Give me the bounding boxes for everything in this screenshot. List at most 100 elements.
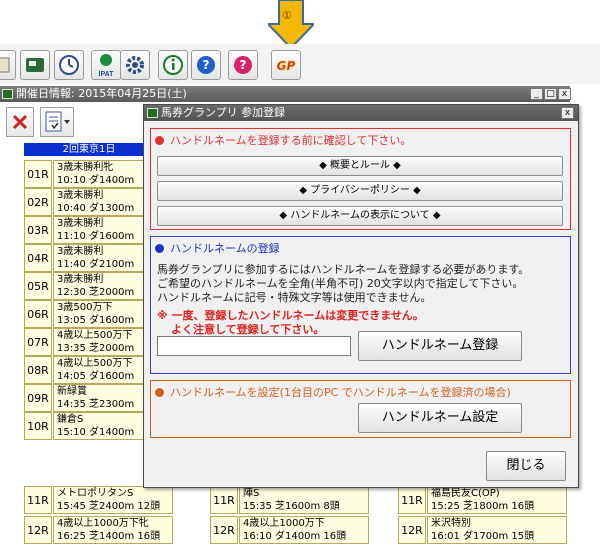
card-icon[interactable]	[20, 50, 50, 80]
race-name: 米沢特別	[431, 518, 471, 529]
register-section-heading: ハンドルネームの登録	[155, 240, 280, 256]
race-name: 4歳以上500万下	[57, 358, 133, 369]
gear-icon[interactable]	[120, 50, 150, 80]
race-name: 陣S	[243, 488, 260, 499]
gp-icon[interactable]: GP	[271, 50, 301, 80]
race-number: 01R	[24, 160, 52, 188]
handle-name-input[interactable]	[157, 336, 351, 356]
race-info: 16:10 ダ1400m 16頭	[243, 531, 347, 542]
partial-left-icon[interactable]	[0, 50, 16, 80]
main-window-title: 開催日情報: 2015年04月25日(土)	[16, 87, 187, 100]
race-name: 3歳500万下	[57, 302, 113, 313]
race-name: 4歳以上1000万下	[243, 518, 325, 529]
register-section-title: ハンドルネームの登録	[170, 242, 280, 255]
race-number: 10R	[24, 412, 52, 440]
race-number: 12R	[210, 516, 238, 544]
register-warning-2: よく注意して登録して下さい。	[171, 323, 325, 336]
race-name: 福島民友C(OP)	[431, 488, 500, 499]
race-info: 11:40 ダ2100m	[57, 259, 135, 270]
race-info: 15:25 芝1800m 16頭	[431, 501, 535, 512]
race-info: 13:35 芝2000m	[57, 343, 135, 354]
top-toolbar: IPAT ? ? GP	[0, 44, 600, 84]
main-close-button[interactable]: x	[558, 88, 571, 100]
race-info: 11:10 ダ1600m	[57, 231, 135, 242]
orange-dot-icon	[155, 388, 164, 397]
set-handle-section-heading: ハンドルネームを設定(1台目のPC でハンドルネームを登録済の場合)	[155, 384, 511, 400]
blue-dot-icon	[155, 244, 164, 253]
race-info: 14:35 芝2300m	[57, 399, 135, 410]
info-icon[interactable]	[158, 50, 188, 80]
register-handle-button[interactable]: ハンドルネーム登録	[358, 331, 522, 361]
dialog-close-button[interactable]: x	[561, 107, 574, 119]
race-name: 3歳未勝利	[57, 246, 104, 257]
race-card[interactable]: 福島民友C(OP) 15:25 芝1800m 16頭	[427, 486, 567, 514]
race-name: 鎌倉S	[57, 414, 84, 425]
race-info: 15:45 芝2400m 12頭	[57, 501, 161, 512]
race-info: 12:30 芝2000m	[57, 287, 135, 298]
race-card[interactable]: 陣S 15:35 芝1600m 8頭	[239, 486, 369, 514]
race-card[interactable]: 4歳以上1000万下牝 16:25 芝1400m 16頭	[53, 516, 173, 544]
race-info: 16:25 芝1400m 16頭	[57, 531, 161, 542]
race-number: 05R	[24, 272, 52, 300]
race-name: 4歳以上500万下	[57, 330, 133, 341]
venue-header: 2回東京1日	[24, 143, 154, 156]
race-info: 13:05 ダ1600m	[57, 315, 135, 326]
race-name: 4歳以上1000万下牝	[57, 518, 149, 529]
svg-text:?: ?	[240, 58, 247, 72]
question-red-icon[interactable]: ?	[228, 50, 258, 80]
overview-rules-button[interactable]: ◆ 概要とルール ◆	[157, 156, 563, 176]
race-number: 03R	[24, 216, 52, 244]
set-handle-button[interactable]: ハンドルネーム設定	[358, 403, 522, 433]
race-name: 3歳未勝利	[57, 190, 104, 201]
dialog-title: 馬券グランプリ 参加登録	[161, 106, 286, 119]
ipat-icon[interactable]: IPAT	[91, 50, 121, 80]
registration-dialog: 馬券グランプリ 参加登録 x ハンドルネームを登録する前に確認して下さい。 ◆ …	[143, 104, 579, 488]
race-card[interactable]: 4歳以上1000万下 16:10 ダ1400m 16頭	[239, 516, 369, 544]
help-icon[interactable]: ?	[191, 50, 221, 80]
gp-label: GP	[277, 59, 296, 73]
svg-text:?: ?	[203, 58, 210, 72]
set-handle-section-title: ハンドルネームを設定(1台目のPC でハンドルネームを登録済の場合)	[170, 386, 511, 399]
race-info: 10:40 ダ1300m	[57, 203, 135, 214]
red-dot-icon	[155, 136, 164, 145]
main-window-titlebar: 開催日情報: 2015年04月25日(土) _ □ x	[0, 86, 571, 102]
race-number: 11R	[210, 486, 238, 514]
delete-icon[interactable]	[6, 107, 34, 137]
set-handle-section: ハンドルネームを設定(1台目のPC でハンドルネームを登録済の場合) ハンドルネ…	[150, 380, 571, 438]
checklist-icon[interactable]	[40, 107, 74, 137]
race-info: 15:35 芝1600m 8頭	[243, 501, 340, 512]
clock-icon[interactable]	[54, 50, 84, 80]
app-icon	[2, 89, 13, 99]
confirm-section-title: ハンドルネームを登録する前に確認して下さい。	[170, 134, 412, 147]
confirm-section: ハンドルネームを登録する前に確認して下さい。 ◆ 概要とルール ◆ ◆ プライバ…	[150, 128, 571, 230]
race-number: 07R	[24, 328, 52, 356]
ipat-label: IPAT	[99, 71, 115, 78]
race-number: 02R	[24, 188, 52, 216]
race-name: 3歳未勝利	[57, 274, 104, 285]
race-card[interactable]: 米沢特別 16:01 ダ1700m 15頭	[427, 516, 567, 544]
register-instruction-3: ハンドルネームに記号・特殊文字等は使用できません。	[157, 291, 432, 304]
race-number: 11R	[24, 486, 52, 514]
race-number: 09R	[24, 384, 52, 412]
annotation-arrow	[268, 0, 314, 48]
race-name: メトロポリタンS	[57, 488, 134, 499]
handle-display-button[interactable]: ◆ ハンドルネームの表示について ◆	[157, 206, 563, 226]
annotation-marker: ①	[282, 9, 292, 22]
dialog-titlebar: 馬券グランプリ 参加登録 x	[144, 105, 578, 121]
register-section: ハンドルネームの登録 馬券グランプリに参加するにはハンドルネームを登録する必要が…	[150, 236, 571, 374]
race-name: 3歳未勝利	[57, 218, 104, 229]
confirm-section-heading: ハンドルネームを登録する前に確認して下さい。	[155, 132, 411, 148]
dialog-close-bottom-button[interactable]: 閉じる	[486, 451, 566, 481]
race-number: 12R	[398, 516, 426, 544]
race-name: 新緑賞	[57, 386, 87, 397]
privacy-policy-button[interactable]: ◆ プライバシーポリシー ◆	[157, 181, 563, 201]
maximize-button[interactable]: □	[544, 88, 557, 100]
race-info: 15:10 ダ1400m	[57, 427, 135, 438]
race-info: 10:10 ダ1400m	[57, 175, 135, 186]
race-info: 16:01 ダ1700m 15頭	[431, 531, 535, 542]
race-number: 06R	[24, 300, 52, 328]
race-number: 11R	[398, 486, 426, 514]
minimize-button[interactable]: _	[530, 88, 543, 100]
dialog-app-icon	[147, 108, 158, 118]
race-card[interactable]: メトロポリタンS 15:45 芝2400m 12頭	[53, 486, 173, 514]
